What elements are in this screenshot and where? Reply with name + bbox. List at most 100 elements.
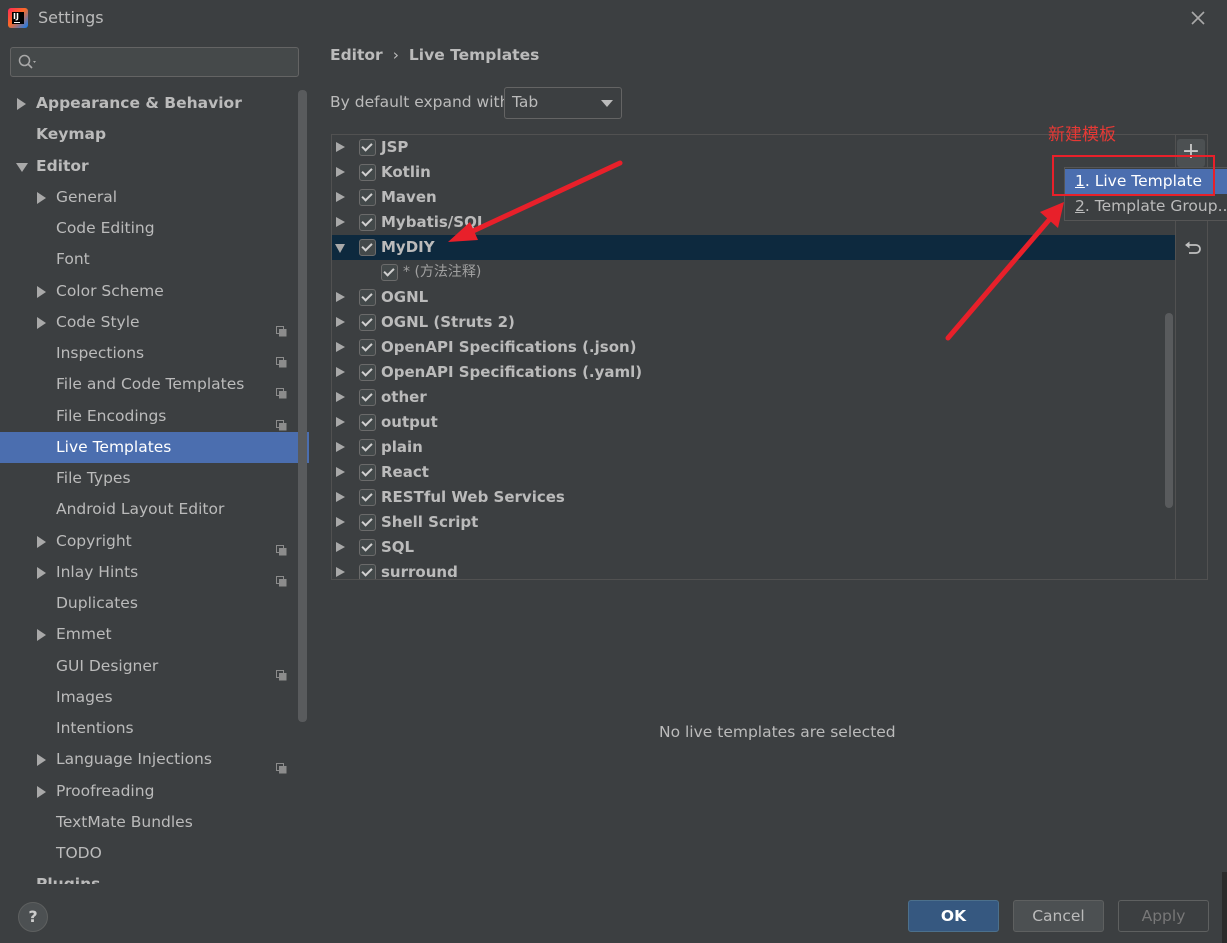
- sidebar-item-appearance-behavior[interactable]: Appearance & Behavior: [0, 88, 309, 119]
- sidebar-item-intentions[interactable]: Intentions: [0, 713, 309, 744]
- chevron-right-icon[interactable]: [336, 167, 345, 177]
- sidebar-item-font[interactable]: Font: [0, 244, 309, 275]
- sidebar-item-file-and-code-templates[interactable]: File and Code Templates: [0, 369, 309, 400]
- chevron-right-icon[interactable]: [336, 317, 345, 327]
- sidebar-item-color-scheme[interactable]: Color Scheme: [0, 276, 309, 307]
- templates-scrollbar[interactable]: [1165, 313, 1173, 508]
- template-group-row[interactable]: Mybatis/SQL: [332, 210, 1175, 235]
- chevron-right-icon[interactable]: [336, 292, 345, 302]
- template-checkbox[interactable]: [359, 439, 376, 456]
- sidebar-item-copyright[interactable]: Copyright: [0, 526, 309, 557]
- sidebar-item-code-style[interactable]: Code Style: [0, 307, 309, 338]
- chevron-right-icon[interactable]: [336, 192, 345, 202]
- chevron-right-icon[interactable]: [336, 142, 345, 152]
- help-button[interactable]: ?: [18, 902, 48, 932]
- template-group-row[interactable]: surround: [332, 560, 1175, 579]
- sidebar-item-live-templates[interactable]: Live Templates: [0, 431, 309, 463]
- template-checkbox[interactable]: [359, 514, 376, 531]
- template-checkbox[interactable]: [359, 339, 376, 356]
- sidebar-item-textmate-bundles[interactable]: TextMate Bundles: [0, 807, 309, 838]
- restore-defaults-icon[interactable]: [1182, 239, 1202, 259]
- template-group-row[interactable]: OGNL: [332, 285, 1175, 310]
- sidebar-item-file-encodings[interactable]: File Encodings: [0, 401, 309, 432]
- ok-button[interactable]: OK: [908, 900, 999, 932]
- sidebar-item-plugins[interactable]: Plugins: [0, 869, 309, 884]
- sidebar-item-emmet[interactable]: Emmet: [0, 619, 309, 650]
- template-checkbox[interactable]: [359, 414, 376, 431]
- settings-search-input[interactable]: [10, 47, 299, 77]
- chevron-down-icon[interactable]: [16, 162, 28, 172]
- template-checkbox[interactable]: [359, 239, 376, 256]
- template-group-row[interactable]: React: [332, 460, 1175, 485]
- sidebar-item-file-types[interactable]: File Types: [0, 463, 309, 494]
- template-checkbox[interactable]: [359, 289, 376, 306]
- template-checkbox[interactable]: [359, 539, 376, 556]
- chevron-right-icon[interactable]: [37, 535, 46, 548]
- chevron-right-icon[interactable]: [336, 217, 345, 227]
- chevron-right-icon[interactable]: [336, 367, 345, 377]
- template-checkbox[interactable]: [359, 164, 376, 181]
- chevron-right-icon[interactable]: [37, 785, 46, 798]
- apply-button[interactable]: Apply: [1118, 900, 1209, 932]
- template-group-row[interactable]: SQL: [332, 535, 1175, 560]
- chevron-right-icon[interactable]: [37, 285, 46, 298]
- template-group-row[interactable]: Maven: [332, 185, 1175, 210]
- chevron-right-icon[interactable]: [336, 467, 345, 477]
- sidebar-item-inspections[interactable]: Inspections: [0, 338, 309, 369]
- template-checkbox[interactable]: [359, 314, 376, 331]
- template-checkbox[interactable]: [359, 489, 376, 506]
- chevron-right-icon[interactable]: [336, 342, 345, 352]
- sidebar-item-general[interactable]: General: [0, 182, 309, 213]
- chevron-right-icon[interactable]: [336, 417, 345, 427]
- template-group-row[interactable]: MyDIY: [332, 235, 1175, 260]
- sidebar-item-duplicates[interactable]: Duplicates: [0, 588, 309, 619]
- chevron-right-icon[interactable]: [17, 98, 26, 110]
- chevron-right-icon[interactable]: [37, 316, 46, 329]
- sidebar-item-keymap[interactable]: Keymap: [0, 119, 309, 150]
- template-group-row[interactable]: other: [332, 385, 1175, 410]
- sidebar-scrollbar[interactable]: [298, 90, 307, 722]
- chevron-right-icon[interactable]: [336, 492, 345, 502]
- chevron-right-icon[interactable]: [37, 566, 46, 579]
- menu-item-template-group[interactable]: 2. Template Group...: [1065, 194, 1227, 219]
- chevron-down-icon[interactable]: [335, 244, 345, 253]
- template-group-row[interactable]: OpenAPI Specifications (.json): [332, 335, 1175, 360]
- template-group-row[interactable]: OpenAPI Specifications (.yaml): [332, 360, 1175, 385]
- sidebar-item-images[interactable]: Images: [0, 682, 309, 713]
- close-icon[interactable]: [1186, 6, 1210, 30]
- sidebar-item-language-injections[interactable]: Language Injections: [0, 744, 309, 775]
- template-group-row[interactable]: Kotlin: [332, 160, 1175, 185]
- template-group-row[interactable]: plain: [332, 435, 1175, 460]
- template-checkbox[interactable]: [381, 264, 398, 281]
- template-checkbox[interactable]: [359, 564, 376, 579]
- chevron-right-icon[interactable]: [336, 542, 345, 552]
- sidebar-item-editor[interactable]: Editor: [0, 151, 309, 182]
- template-checkbox[interactable]: [359, 189, 376, 206]
- template-checkbox[interactable]: [359, 139, 376, 156]
- template-group-row[interactable]: RESTful Web Services: [332, 485, 1175, 510]
- sidebar-item-inlay-hints[interactable]: Inlay Hints: [0, 557, 309, 588]
- chevron-right-icon[interactable]: [336, 392, 345, 402]
- sidebar-item-android-layout-editor[interactable]: Android Layout Editor: [0, 494, 309, 525]
- template-checkbox[interactable]: [359, 214, 376, 231]
- template-row[interactable]: * (方法注释): [332, 260, 1175, 285]
- template-group-row[interactable]: Shell Script: [332, 510, 1175, 535]
- template-checkbox[interactable]: [359, 364, 376, 381]
- chevron-right-icon[interactable]: [37, 191, 46, 204]
- template-checkbox[interactable]: [359, 389, 376, 406]
- template-group-row[interactable]: output: [332, 410, 1175, 435]
- template-group-row[interactable]: OGNL (Struts 2): [332, 310, 1175, 335]
- chevron-right-icon[interactable]: [336, 442, 345, 452]
- sidebar-item-todo[interactable]: TODO: [0, 838, 309, 869]
- sidebar-item-code-editing[interactable]: Code Editing: [0, 213, 309, 244]
- sidebar-item-gui-designer[interactable]: GUI Designer: [0, 651, 309, 682]
- expand-with-select[interactable]: Tab: [504, 87, 622, 119]
- chevron-right-icon[interactable]: [336, 517, 345, 527]
- sidebar-item-proofreading[interactable]: Proofreading: [0, 776, 309, 807]
- chevron-right-icon[interactable]: [37, 754, 46, 767]
- breadcrumb-parent[interactable]: Editor: [330, 46, 383, 64]
- template-checkbox[interactable]: [359, 464, 376, 481]
- cancel-button[interactable]: Cancel: [1013, 900, 1104, 932]
- chevron-right-icon[interactable]: [336, 567, 345, 577]
- chevron-right-icon[interactable]: [37, 629, 46, 642]
